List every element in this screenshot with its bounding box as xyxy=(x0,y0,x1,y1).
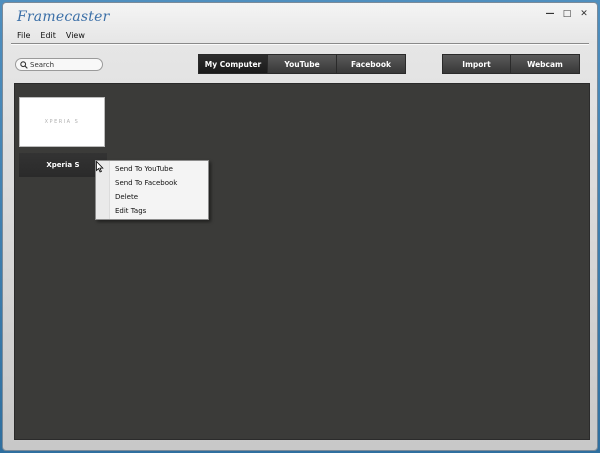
capture-tab-group: Import Webcam xyxy=(442,54,580,74)
menu-edit[interactable]: Edit xyxy=(40,31,56,40)
thumbnail-text: XPERIA S xyxy=(44,119,80,125)
menu-item-send-to-youtube[interactable]: Send To YouTube xyxy=(115,163,173,176)
tab-facebook[interactable]: Facebook xyxy=(337,54,406,74)
tab-my-computer[interactable]: My Computer xyxy=(198,54,268,74)
close-button[interactable]: ✕ xyxy=(579,9,589,19)
menu-divider-highlight xyxy=(11,44,589,45)
video-title: Xperia S xyxy=(46,161,80,169)
context-menu: Send To YouTube Send To Facebook Delete … xyxy=(95,160,209,220)
video-caption-bar: Xperia S xyxy=(19,153,107,177)
source-tab-group: My Computer YouTube Facebook xyxy=(198,54,406,74)
app-title: Framecaster xyxy=(17,9,110,25)
video-thumbnail[interactable]: XPERIA S xyxy=(19,97,105,147)
import-button[interactable]: Import xyxy=(442,54,511,74)
webcam-button[interactable]: Webcam xyxy=(511,54,580,74)
search-icon xyxy=(20,60,28,69)
search-input[interactable] xyxy=(30,60,100,69)
window-controls: — □ ✕ xyxy=(545,9,589,19)
maximize-button[interactable]: □ xyxy=(562,9,572,19)
app-logo: Framecaster xyxy=(17,9,110,25)
mouse-cursor-icon xyxy=(96,161,104,173)
search-box[interactable] xyxy=(15,58,103,71)
menu-view[interactable]: View xyxy=(66,31,85,40)
app-window: Framecaster — □ ✕ File Edit View My Comp… xyxy=(2,2,598,451)
menu-bar: File Edit View xyxy=(17,31,85,40)
minimize-button[interactable]: — xyxy=(545,9,555,19)
video-library-panel: XPERIA S Xperia S xyxy=(14,83,590,440)
menu-item-edit-tags[interactable]: Edit Tags xyxy=(115,205,146,218)
menu-item-delete[interactable]: Delete xyxy=(115,191,138,204)
menu-item-send-to-facebook[interactable]: Send To Facebook xyxy=(115,177,177,190)
video-item[interactable]: XPERIA S Xperia S xyxy=(19,97,107,177)
tab-youtube[interactable]: YouTube xyxy=(268,54,337,74)
menu-file[interactable]: File xyxy=(17,31,30,40)
